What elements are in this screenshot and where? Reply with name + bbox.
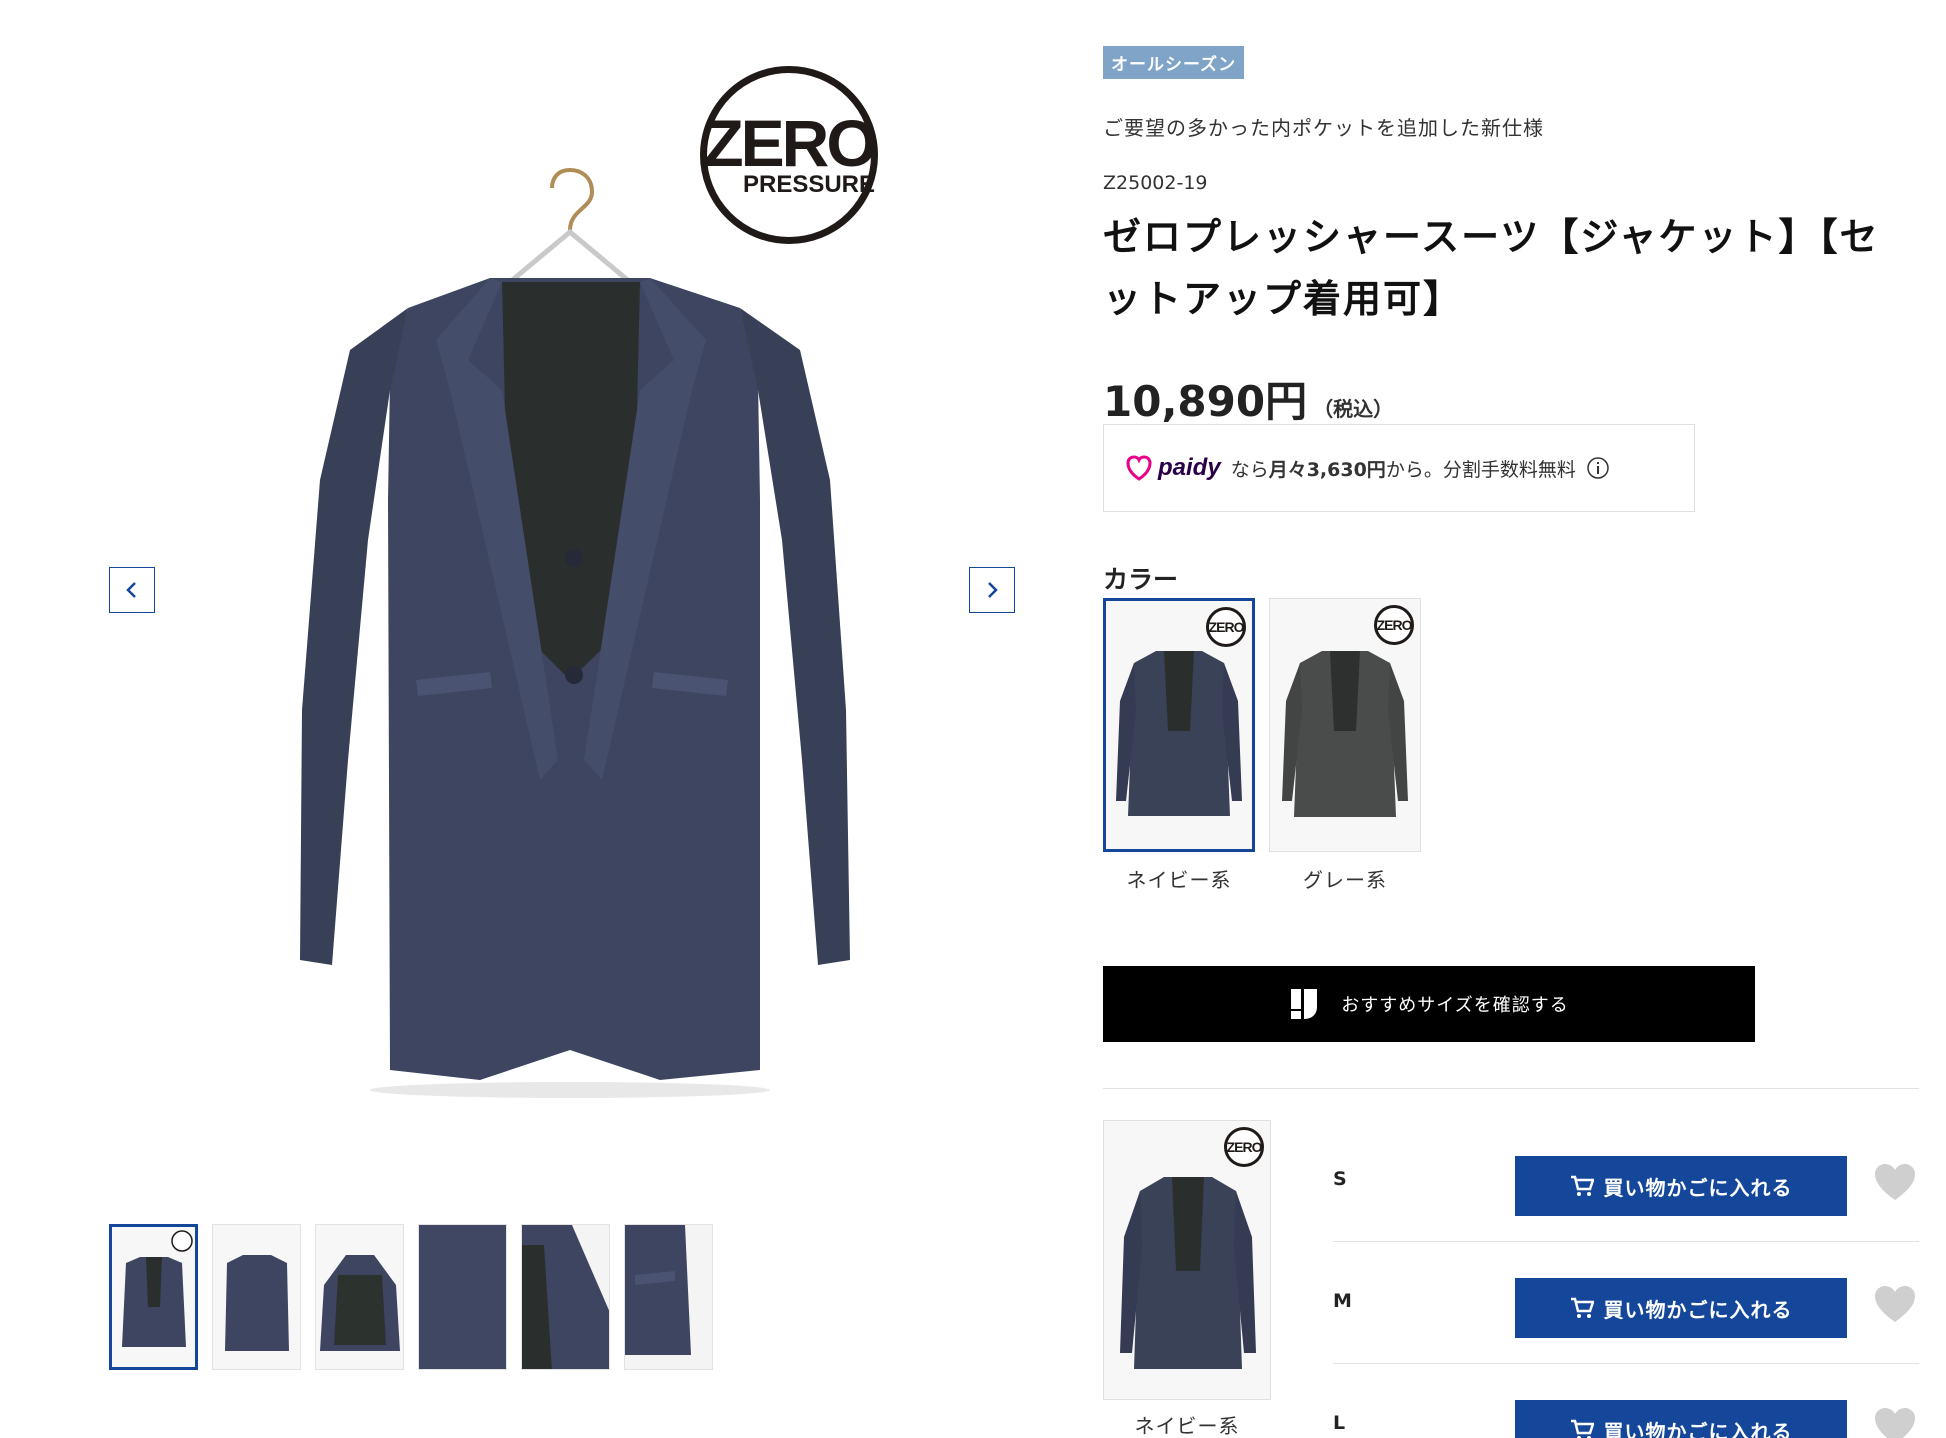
product-code: Z25002-19 bbox=[1103, 172, 1208, 194]
thumbnail-6[interactable] bbox=[624, 1224, 713, 1370]
add-to-cart-button[interactable]: 買い物かごに入れる bbox=[1515, 1278, 1847, 1338]
favorite-heart-icon[interactable] bbox=[1873, 1162, 1917, 1202]
next-image-button[interactable] bbox=[969, 567, 1015, 613]
favorite-heart-icon[interactable] bbox=[1873, 1406, 1917, 1438]
size-label: L bbox=[1333, 1412, 1346, 1434]
thumbnail-4[interactable] bbox=[418, 1224, 507, 1370]
cart-icon bbox=[1570, 1175, 1594, 1196]
mini-zero-logo: ZERO bbox=[1206, 607, 1246, 647]
paidy-installment-box: paidy なら 月々3,630円 から。分割手数料無料 bbox=[1103, 424, 1695, 512]
catchcopy: ご要望の多かった内ポケットを追加した新仕様 bbox=[1103, 116, 1544, 140]
color-label: カラー bbox=[1103, 565, 1179, 594]
mini-zero-logo: ZERO bbox=[1224, 1127, 1264, 1167]
paidy-text-post: から。分割手数料無料 bbox=[1385, 458, 1576, 481]
add-to-cart-label: 買い物かごに入れる bbox=[1603, 1175, 1793, 1200]
zero-pressure-logo: ZERO PRESSURE bbox=[700, 66, 878, 244]
mini-zero-logo: ZERO bbox=[1374, 605, 1414, 645]
add-to-cart-button[interactable]: 買い物かごに入れる bbox=[1515, 1400, 1847, 1438]
product-title: ゼロプレッシャースーツ【ジャケット】【セットアップ着用可】 bbox=[1103, 215, 1880, 321]
size-row-l: L 買い物かごに入れる bbox=[1333, 1364, 1919, 1438]
size-label: M bbox=[1333, 1290, 1352, 1312]
info-icon[interactable] bbox=[1586, 456, 1610, 480]
size-row-m: M 買い物かごに入れる bbox=[1333, 1242, 1919, 1364]
previous-image-button[interactable] bbox=[109, 567, 155, 613]
add-to-cart-label: 買い物かごに入れる bbox=[1603, 1297, 1793, 1322]
product-info: オールシーズン ご要望の多かった内ポケットを追加した新仕様 Z25002-19 … bbox=[1103, 46, 1923, 1438]
swatch-label: グレー系 bbox=[1303, 868, 1387, 892]
price-tax-label: （税込） bbox=[1313, 397, 1394, 421]
thumbnail-1[interactable] bbox=[109, 1224, 198, 1370]
price-amount: 10,890円 bbox=[1103, 377, 1308, 426]
paidy-brand: paidy bbox=[1158, 454, 1221, 481]
swatch-image: ZERO bbox=[1103, 598, 1255, 852]
size-advice-button[interactable]: おすすめサイズを確認する bbox=[1103, 966, 1755, 1042]
color-swatches: ZERO ネイビー系 ZERO グレー系 bbox=[1103, 598, 1421, 893]
thumbnail-strip bbox=[109, 1224, 713, 1370]
stock-color-name: ネイビー系 bbox=[1134, 1414, 1240, 1438]
size-label: S bbox=[1333, 1168, 1347, 1190]
logo-zero-text: ZERO bbox=[703, 106, 877, 180]
divider bbox=[1103, 1088, 1919, 1089]
thumbnail-2[interactable] bbox=[212, 1224, 301, 1370]
add-to-cart-button[interactable]: 買い物かごに入れる bbox=[1515, 1156, 1847, 1216]
cart-icon bbox=[1570, 1297, 1594, 1318]
color-swatch-gray[interactable]: ZERO グレー系 bbox=[1269, 598, 1421, 893]
swatch-label: ネイビー系 bbox=[1126, 868, 1232, 892]
favorite-heart-icon[interactable] bbox=[1873, 1284, 1917, 1324]
paidy-logo-icon bbox=[1126, 455, 1152, 481]
paidy-text-pre: なら bbox=[1230, 458, 1269, 481]
thumbnail-5[interactable] bbox=[521, 1224, 610, 1370]
thumbnail-3[interactable] bbox=[315, 1224, 404, 1370]
color-swatch-navy[interactable]: ZERO ネイビー系 bbox=[1103, 598, 1255, 893]
cart-icon bbox=[1570, 1419, 1594, 1438]
price: 10,890円 （税込） bbox=[1103, 368, 1393, 429]
chevron-right-icon bbox=[988, 582, 998, 598]
add-to-cart-label: 買い物かごに入れる bbox=[1603, 1419, 1793, 1438]
logo-pressure-text: PRESSURE bbox=[742, 171, 876, 198]
size-advice-icon bbox=[1291, 989, 1318, 1019]
size-advice-label: おすすめサイズを確認する bbox=[1341, 995, 1569, 1016]
paidy-monthly: 月々3,630円 bbox=[1268, 458, 1386, 481]
chevron-left-icon bbox=[126, 582, 136, 598]
stock-color-image: ZERO bbox=[1103, 1120, 1271, 1400]
size-row-s: S 買い物かごに入れる bbox=[1333, 1120, 1919, 1242]
season-badge: オールシーズン bbox=[1103, 46, 1245, 79]
swatch-image: ZERO bbox=[1269, 598, 1421, 852]
